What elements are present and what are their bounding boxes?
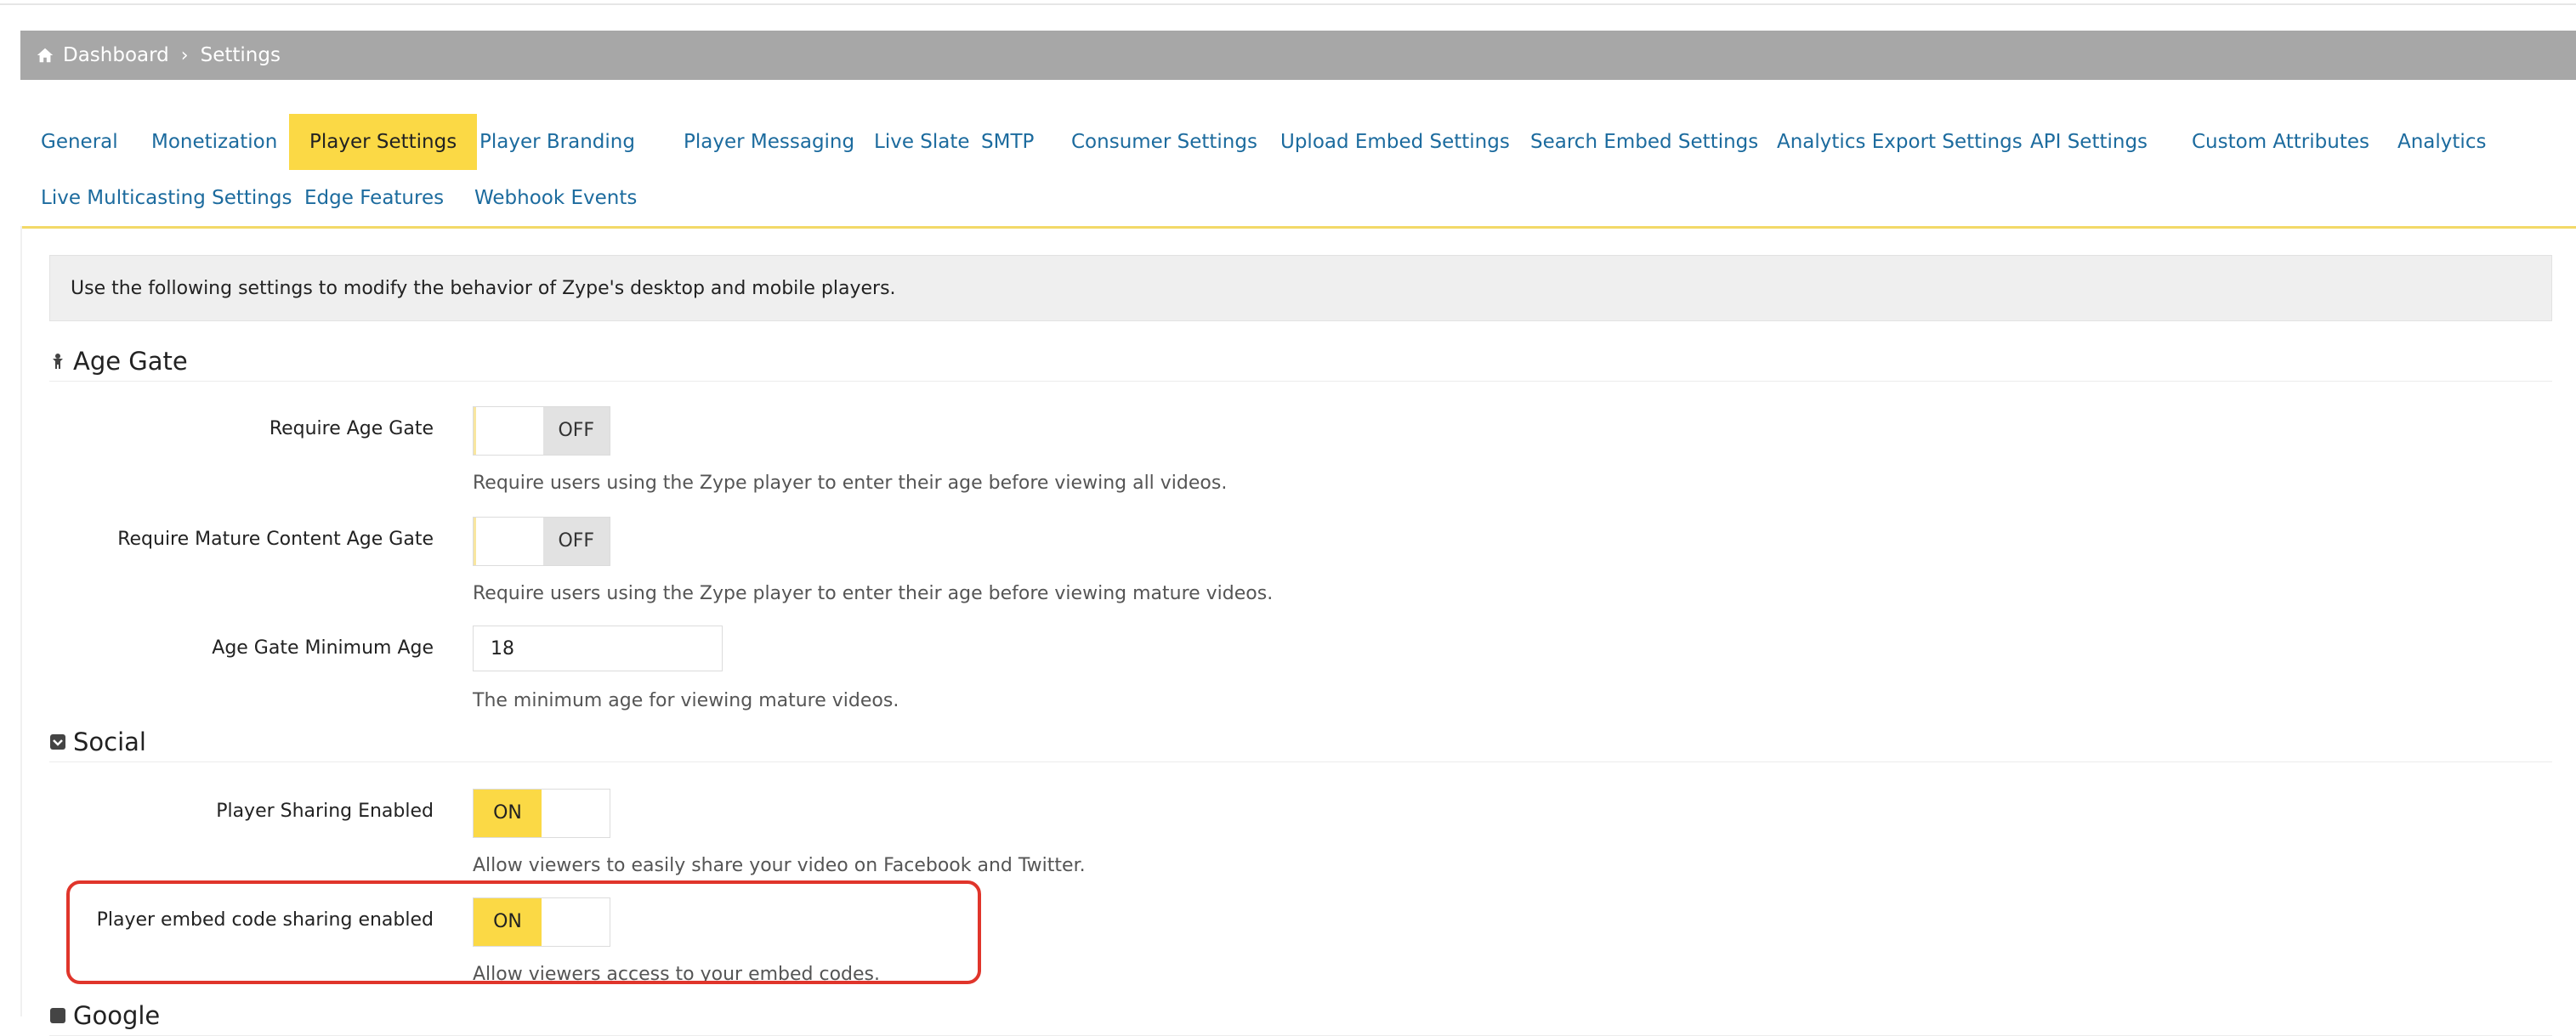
tab-general[interactable]: General xyxy=(20,114,139,170)
settings-content: Use the following settings to modify the… xyxy=(20,226,2576,1036)
tab-monetization[interactable]: Monetization xyxy=(131,114,298,170)
tab-player-settings[interactable]: Player Settings xyxy=(289,114,478,170)
home-icon xyxy=(37,48,54,63)
breadcrumb-separator: › xyxy=(180,44,189,66)
toggle-knob xyxy=(542,790,610,837)
player-sharing-enabled-help: Allow viewers to easily share your video… xyxy=(473,855,1086,876)
settings-tabs: General Monetization Player Settings Pla… xyxy=(20,114,2576,229)
require-mature-age-gate-label: Require Mature Content Age Gate xyxy=(117,529,434,550)
top-border xyxy=(0,0,2576,5)
require-mature-age-gate-help: Require users using the Zype player to e… xyxy=(473,583,1274,604)
require-mature-age-gate-toggle[interactable]: OFF xyxy=(473,517,610,566)
tab-analytics[interactable]: Analytics xyxy=(2377,114,2506,170)
section-social: Social xyxy=(49,722,2552,762)
toggle-knob xyxy=(474,518,543,565)
google-section-icon xyxy=(50,1008,65,1023)
info-notice: Use the following settings to modify the… xyxy=(49,255,2552,321)
tab-upload-embed-settings[interactable]: Upload Embed Settings xyxy=(1260,114,1530,170)
section-title: Age Gate xyxy=(73,347,188,376)
breadcrumb-dashboard[interactable]: Dashboard xyxy=(63,44,169,66)
breadcrumb: Dashboard › Settings xyxy=(20,31,2576,80)
tab-smtp[interactable]: SMTP xyxy=(961,114,1054,170)
tab-player-messaging[interactable]: Player Messaging xyxy=(663,114,875,170)
tab-custom-attributes[interactable]: Custom Attributes xyxy=(2171,114,2390,170)
tab-analytics-export-settings[interactable]: Analytics Export Settings xyxy=(1756,114,2043,170)
require-age-gate-toggle[interactable]: OFF xyxy=(473,406,610,456)
tab-webhook-events[interactable]: Webhook Events xyxy=(454,170,657,226)
section-title: Google xyxy=(73,1001,161,1030)
toggle-state: OFF xyxy=(542,407,610,455)
child-icon xyxy=(53,354,63,369)
toggle-state: OFF xyxy=(542,518,610,565)
toggle-knob xyxy=(474,407,543,455)
section-age-gate: Age Gate xyxy=(49,342,2552,382)
require-age-gate-help: Require users using the Zype player to e… xyxy=(473,473,1228,494)
require-age-gate-label: Require Age Gate xyxy=(269,418,434,439)
age-gate-minimum-age-help: The minimum age for viewing mature video… xyxy=(473,690,899,711)
tab-api-settings[interactable]: API Settings xyxy=(2010,114,2168,170)
player-sharing-enabled-label: Player Sharing Enabled xyxy=(216,801,434,822)
embed-sharing-highlight xyxy=(66,880,981,984)
age-gate-minimum-age-input[interactable] xyxy=(473,626,723,671)
age-gate-minimum-age-label: Age Gate Minimum Age xyxy=(212,637,434,659)
tab-search-embed-settings[interactable]: Search Embed Settings xyxy=(1510,114,1779,170)
section-title: Social xyxy=(73,727,146,756)
breadcrumb-settings: Settings xyxy=(200,44,281,66)
tab-live-multicasting-settings[interactable]: Live Multicasting Settings xyxy=(20,170,312,226)
toggle-state: ON xyxy=(474,790,542,837)
tab-player-branding[interactable]: Player Branding xyxy=(459,114,655,170)
player-sharing-enabled-toggle[interactable]: ON xyxy=(473,789,610,838)
tab-edge-features[interactable]: Edge Features xyxy=(284,170,464,226)
share-square-icon xyxy=(50,734,65,750)
tab-consumer-settings[interactable]: Consumer Settings xyxy=(1051,114,1278,170)
